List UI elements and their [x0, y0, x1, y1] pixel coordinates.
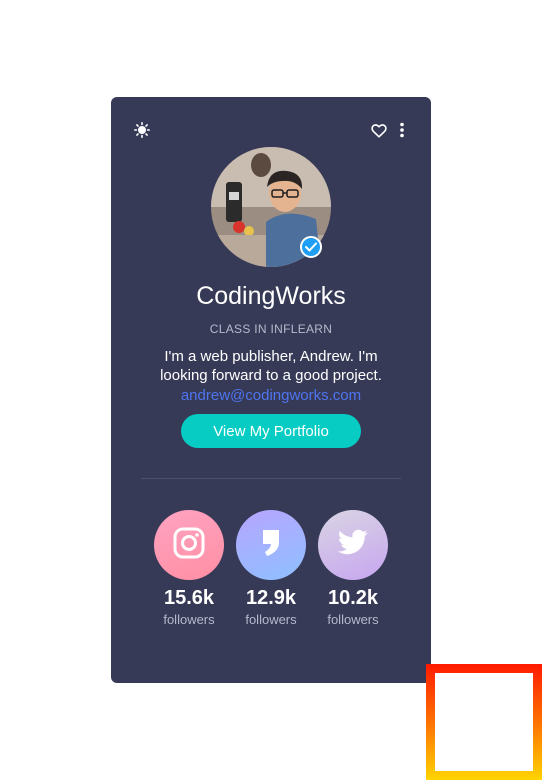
- instagram-label: followers: [163, 612, 215, 627]
- social-item-quote: 12.9k followers: [236, 510, 306, 627]
- gradient-square-decoration: [426, 664, 542, 780]
- heart-icon[interactable]: [370, 121, 388, 139]
- quote-count: 12.9k: [245, 587, 297, 609]
- instagram-icon: [173, 527, 205, 564]
- instagram-button[interactable]: [154, 510, 224, 580]
- social-item-instagram: 15.6k followers: [154, 510, 224, 627]
- sun-icon[interactable]: [133, 121, 151, 139]
- twitter-count: 10.2k: [327, 587, 379, 609]
- profile-bio: I'm a web publisher, Andrew. I'm looking…: [160, 348, 382, 384]
- quote-icon: [261, 528, 281, 563]
- profile-subtitle: CLASS IN INFLEARN: [209, 322, 333, 336]
- twitter-icon: [337, 529, 369, 562]
- divider: [141, 478, 401, 479]
- twitter-button[interactable]: [318, 510, 388, 580]
- more-options-icon[interactable]: [396, 121, 408, 139]
- quote-button[interactable]: [236, 510, 306, 580]
- social-item-twitter: 10.2k followers: [318, 510, 388, 627]
- twitter-label: followers: [327, 612, 379, 627]
- profile-card: CodingWorks CLASS IN INFLEARN I'm a web …: [111, 97, 431, 683]
- view-portfolio-button[interactable]: View My Portfolio: [181, 414, 361, 448]
- verified-check-icon: [300, 236, 322, 258]
- instagram-count: 15.6k: [163, 587, 215, 609]
- profile-name: CodingWorks: [196, 282, 346, 310]
- quote-label: followers: [245, 612, 297, 627]
- email-link[interactable]: andrew@codingworks.com: [111, 387, 431, 404]
